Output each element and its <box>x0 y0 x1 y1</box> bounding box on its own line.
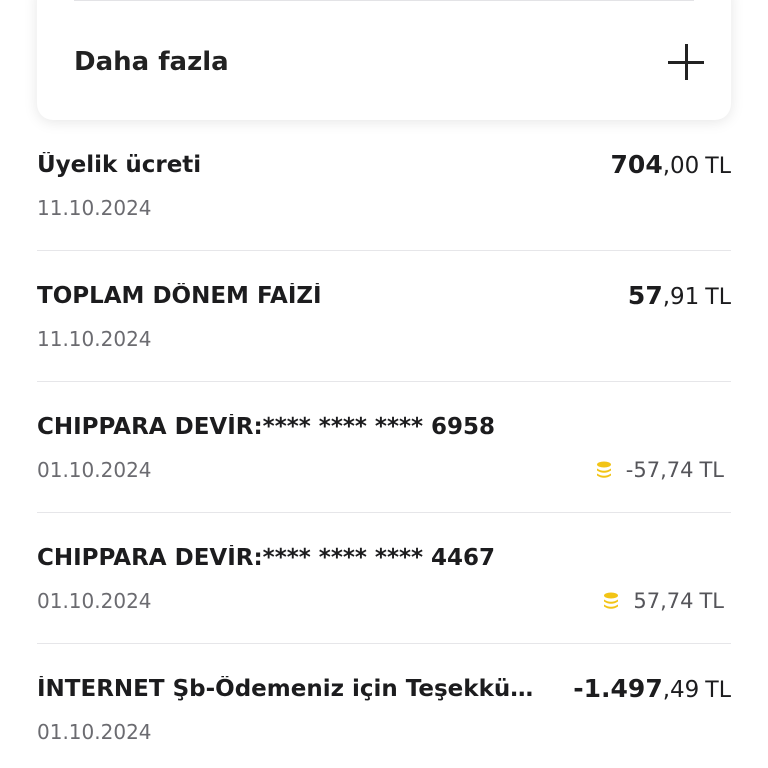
transaction-date: 01.10.2024 <box>37 458 152 482</box>
transaction-row[interactable]: CHIPPARA DEVİR:**** **** **** 4467 01.10… <box>37 513 731 644</box>
amount-currency: TL <box>705 285 731 310</box>
amount-whole: -1.497 <box>573 674 663 703</box>
amount-currency: TL <box>699 589 724 613</box>
transaction-list: Üyelik ücreti 11.10.2024 704,00 TL TOPLAM… <box>37 120 731 768</box>
plus-icon[interactable] <box>668 44 704 80</box>
transaction-row[interactable]: CHIPPARA DEVİR:**** **** **** 6958 01.10… <box>37 382 731 513</box>
transaction-title: Üyelik ücreti <box>37 152 202 178</box>
transaction-title: İNTERNET Şb-Ödemeniz için Teşekkür... <box>37 676 537 702</box>
transaction-date: 01.10.2024 <box>37 720 152 744</box>
chippara-amount: 57,74 TL <box>603 589 724 613</box>
transaction-amount: 57,91 TL <box>628 281 731 310</box>
transaction-row[interactable]: İNTERNET Şb-Ödemeniz için Teşekkür... 01… <box>37 644 731 768</box>
amount-fraction: ,49 <box>662 677 700 703</box>
amount-currency: TL <box>699 458 724 482</box>
chippara-amount: -57,74 TL <box>596 458 724 482</box>
card-divider <box>74 0 694 1</box>
coin-stack-icon <box>596 461 611 478</box>
more-details-label: Daha fazla <box>74 47 229 77</box>
amount-fraction: ,91 <box>662 284 700 310</box>
amount-currency: TL <box>705 678 731 703</box>
more-details-button[interactable]: Daha fazla <box>74 38 704 86</box>
screen: Daha fazla Üyelik ücreti 11.10.2024 704,… <box>0 0 768 768</box>
transaction-row[interactable]: TOPLAM DÖNEM FAİZİ 11.10.2024 57,91 TL <box>37 251 731 382</box>
amount-value: -57,74 <box>625 458 694 482</box>
transaction-title: CHIPPARA DEVİR:**** **** **** 6958 <box>37 414 496 440</box>
details-card: Daha fazla <box>37 0 731 120</box>
transaction-date: 11.10.2024 <box>37 327 152 351</box>
amount-value: 57,74 <box>633 589 694 613</box>
transaction-amount: -1.497,49 TL <box>573 674 731 703</box>
transaction-date: 01.10.2024 <box>37 589 152 613</box>
transaction-amount: 704,00 TL <box>611 150 731 179</box>
amount-whole: 704 <box>610 150 663 179</box>
transaction-title: CHIPPARA DEVİR:**** **** **** 4467 <box>37 545 496 571</box>
amount-whole: 57 <box>627 281 663 310</box>
coin-stack-icon <box>604 592 619 609</box>
transaction-row[interactable]: Üyelik ücreti 11.10.2024 704,00 TL <box>37 120 731 251</box>
transaction-title: TOPLAM DÖNEM FAİZİ <box>37 283 322 309</box>
amount-fraction: ,00 <box>662 153 700 179</box>
transaction-date: 11.10.2024 <box>37 196 152 220</box>
amount-currency: TL <box>705 154 731 179</box>
